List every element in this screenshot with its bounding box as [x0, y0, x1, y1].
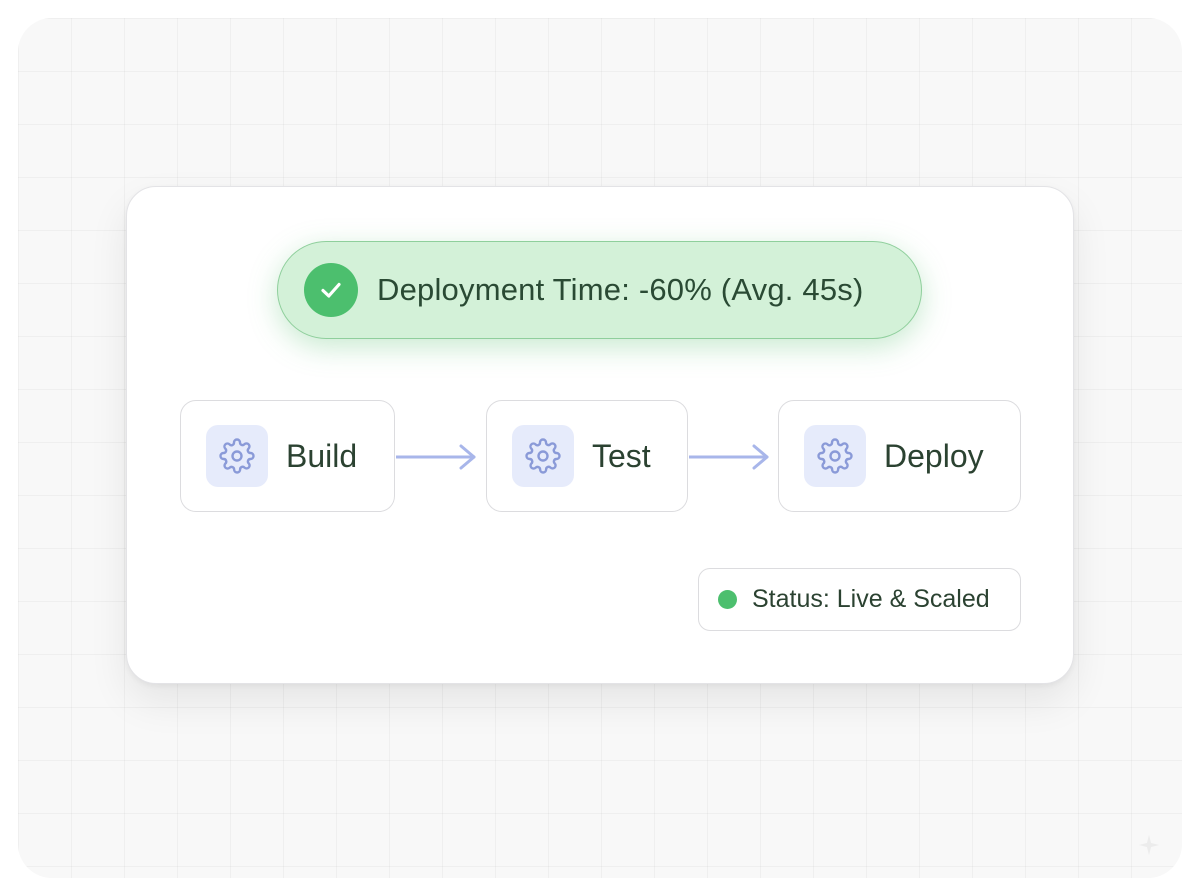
- status-badge: Status: Live & Scaled: [698, 568, 1021, 631]
- pipeline-stage-deploy[interactable]: Deploy: [778, 400, 1021, 512]
- pipeline-stage-test[interactable]: Test: [486, 400, 688, 512]
- status-text: Status: Live & Scaled: [752, 585, 990, 613]
- stage-label-test: Test: [592, 437, 651, 474]
- sparkle-icon: [1139, 835, 1159, 855]
- deployment-metric-text: Deployment Time: -60% (Avg. 45s): [377, 272, 864, 307]
- gear-icon: [804, 425, 866, 487]
- check-circle-icon: [304, 263, 358, 317]
- stage-label-build: Build: [286, 437, 358, 474]
- pipeline-stage-build[interactable]: Build: [180, 400, 395, 512]
- deployment-metric-badge: Deployment Time: -60% (Avg. 45s): [277, 241, 922, 339]
- arrow-right-icon: [396, 444, 476, 470]
- gear-icon: [512, 425, 574, 487]
- stage-label-deploy: Deploy: [884, 437, 984, 474]
- gear-icon: [206, 425, 268, 487]
- arrow-right-icon: [689, 444, 769, 470]
- status-indicator-dot: [718, 590, 737, 609]
